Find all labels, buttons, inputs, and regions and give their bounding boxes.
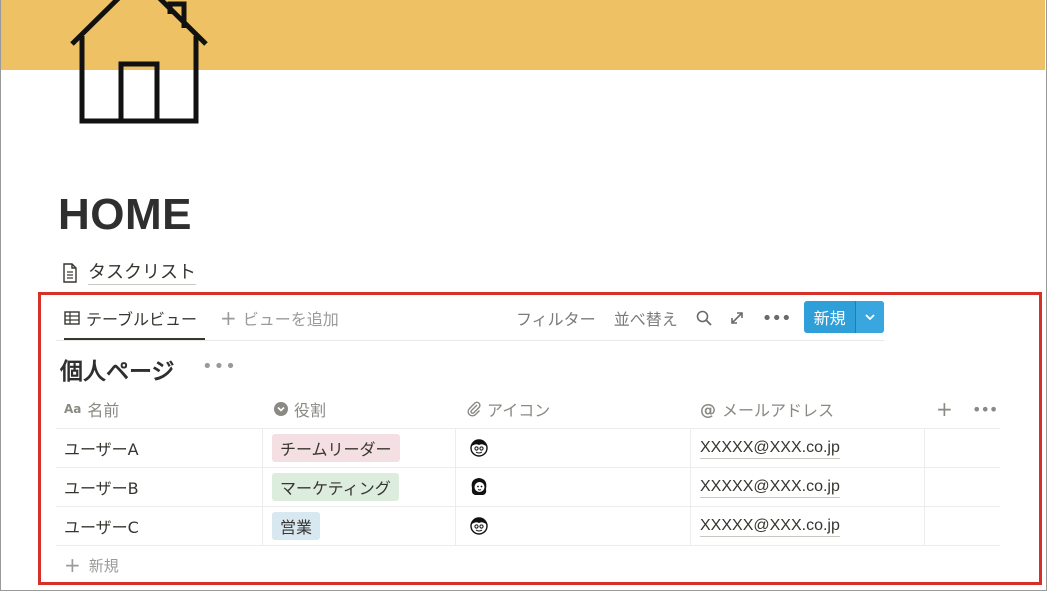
row-email[interactable]: XXXXX@XXX.co.jp bbox=[700, 516, 840, 537]
role-tag[interactable]: マーケティング bbox=[272, 473, 399, 501]
new-button[interactable]: 新規 bbox=[804, 301, 884, 333]
table-row[interactable]: ユーザーA チームリーダー XXXXX@XXX.co.jp bbox=[56, 429, 1000, 468]
add-view-button[interactable]: + ビューを追加 bbox=[220, 298, 339, 338]
page-link[interactable]: タスクリスト bbox=[62, 259, 196, 287]
database-title[interactable]: 個人ページ bbox=[60, 352, 175, 386]
database-more-icon[interactable]: ••• bbox=[202, 356, 237, 377]
more-options-icon[interactable]: ••• bbox=[762, 308, 792, 329]
add-row-label: 新規 bbox=[88, 556, 119, 575]
document-icon bbox=[63, 263, 77, 283]
text-type-icon: Aa bbox=[64, 402, 82, 416]
column-header-role[interactable]: 役割 bbox=[274, 390, 326, 428]
row-email[interactable]: XXXXX@XXX.co.jp bbox=[700, 438, 840, 459]
new-button-label[interactable]: 新規 bbox=[804, 301, 855, 333]
role-tag[interactable]: チームリーダー bbox=[272, 434, 400, 462]
at-icon: @ bbox=[700, 399, 716, 419]
filter-button[interactable]: フィルター bbox=[516, 306, 596, 330]
avatar-female-icon[interactable] bbox=[469, 468, 489, 506]
expand-icon[interactable] bbox=[730, 311, 744, 325]
plus-icon: + bbox=[220, 306, 237, 330]
column-header-email[interactable]: @ メールアドレス bbox=[700, 390, 834, 428]
row-name[interactable]: ユーザーB bbox=[64, 468, 139, 506]
paperclip-icon bbox=[467, 401, 481, 417]
table-icon bbox=[64, 311, 80, 325]
page-link-label: タスクリスト bbox=[88, 261, 196, 285]
add-view-label: ビューを追加 bbox=[242, 310, 339, 329]
add-column-icon[interactable]: + bbox=[936, 390, 953, 428]
avatar-male-icon[interactable] bbox=[469, 507, 489, 545]
row-name[interactable]: ユーザーA bbox=[64, 429, 139, 467]
column-header-label: 役割 bbox=[294, 401, 327, 420]
house-icon bbox=[70, 0, 208, 124]
table-row[interactable]: ユーザーC 営業 XXXXX@XXX.co.jp bbox=[56, 507, 1000, 546]
column-header-label: 名前 bbox=[87, 401, 120, 420]
avatar-male-icon[interactable] bbox=[469, 429, 489, 467]
chevron-down-icon[interactable] bbox=[855, 301, 884, 333]
column-header-name[interactable]: Aa 名前 bbox=[64, 390, 119, 428]
table-row[interactable]: ユーザーB マーケティング XXXXX@XXX.co.jp bbox=[56, 468, 1000, 507]
plus-icon: + bbox=[64, 553, 81, 577]
table-header: Aa 名前 役割 アイコン @ メールアドレス + ••• bbox=[56, 390, 1000, 429]
column-header-label: メールアドレス bbox=[722, 401, 835, 420]
database-table: Aa 名前 役割 アイコン @ メールアドレス + ••• ユーザーA チームリ… bbox=[56, 390, 1000, 546]
search-icon[interactable] bbox=[696, 310, 712, 326]
column-header-icon[interactable]: アイコン bbox=[467, 390, 550, 428]
tab-table-view[interactable]: テーブルビュー bbox=[64, 298, 206, 340]
tab-table-view-label: テーブルビュー bbox=[86, 310, 198, 329]
sort-button[interactable]: 並べ替え bbox=[614, 306, 678, 330]
role-tag[interactable]: 営業 bbox=[272, 512, 321, 540]
view-bar: テーブルビュー + ビューを追加 フィルター 並べ替え ••• 新規 bbox=[56, 298, 884, 341]
column-more-icon[interactable]: ••• bbox=[972, 390, 998, 428]
select-icon bbox=[274, 402, 288, 416]
page-title: HOME bbox=[58, 190, 192, 239]
row-email[interactable]: XXXXX@XXX.co.jp bbox=[700, 477, 840, 498]
view-tools: フィルター 並べ替え ••• bbox=[516, 298, 809, 338]
add-row-button[interactable]: + 新規 bbox=[64, 553, 119, 577]
row-name[interactable]: ユーザーC bbox=[64, 507, 139, 545]
column-header-label: アイコン bbox=[487, 401, 551, 420]
